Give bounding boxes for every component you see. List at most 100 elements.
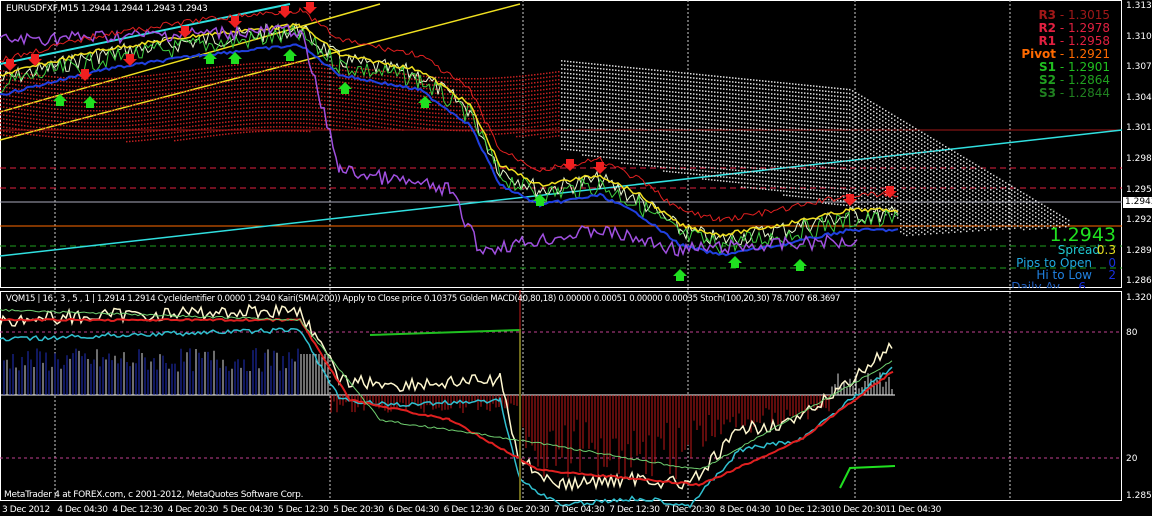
cloud-dot [372,109,374,111]
cloud-dot [540,73,542,75]
cloud-dot [156,74,158,76]
cloud-dot [648,80,650,83]
cloud-dot [321,67,323,70]
cloud-dot [294,62,296,64]
cloud-dot [471,77,473,80]
cloud-dot [540,105,542,107]
cloud-dot [267,118,269,120]
cloud-dot [69,97,71,99]
cloud-dot [30,133,32,136]
cloud-dot [162,93,164,95]
cloud-dot [570,65,572,67]
cloud-dot [39,110,41,113]
cloud-dot [225,69,227,71]
cloud-dot [198,124,200,127]
cloud-dot [675,91,677,93]
cloud-dot [216,98,218,100]
cloud-dot [177,83,179,86]
cloud-dot [162,129,164,131]
cloud-dot [390,87,392,90]
cloud-dot [669,154,671,157]
cloud-dot [777,101,779,104]
cloud-dot [210,79,212,81]
cloud-dot [672,171,674,173]
cloud-dot [501,105,503,107]
cloud-dot [159,121,161,124]
cloud-dot [528,82,530,85]
cloud-dot [381,70,383,73]
cloud-dot [327,68,329,70]
cloud-dot [105,133,107,136]
cloud-dot [756,103,758,106]
cloud-dot [507,112,509,115]
cloud-dot [375,97,377,100]
cloud-dot [669,158,671,161]
cloud-dot [660,166,662,168]
cloud-dot [297,78,299,80]
cloud-dot [108,129,110,132]
price-chart[interactable] [0,0,1152,516]
cloud-dot [543,92,545,95]
cloud-dot [114,85,116,88]
cloud-dot [402,97,404,99]
cloud-dot [90,121,92,124]
cloud-dot [636,87,638,90]
cloud-dot [387,119,389,121]
cloud-dot [756,187,758,190]
cloud-dot [510,128,512,130]
cloud-dot [591,123,593,125]
cloud-dot [243,83,245,86]
cloud-dot [765,120,767,122]
cloud-dot [393,128,395,130]
cloud-dot [603,116,605,118]
cloud-dot [708,74,710,77]
cloud-dot [477,105,479,108]
cloud-dot [15,83,17,86]
cloud-dot [168,108,170,111]
cloud-dot [150,138,152,141]
cloud-dot [654,89,656,91]
cloud-dot [579,145,581,148]
cloud-dot [360,103,362,106]
cloud-dot [453,97,455,100]
cloud-dot [195,137,197,139]
cloud-dot [414,126,416,129]
cloud-dot [57,112,59,115]
cloud-dot [21,96,23,99]
cloud-dot [456,125,458,128]
cloud-dot [648,164,650,167]
cloud-dot [9,75,11,77]
cloud-dot [219,74,221,76]
cloud-dot [21,72,23,75]
cloud-dot [576,125,578,128]
cloud-dot [573,101,575,103]
cloud-dot [366,76,368,79]
cloud-dot [750,91,752,93]
cloud-dot [687,160,689,163]
cloud-dot [306,86,308,89]
cloud-dot [744,154,746,156]
cloud-dot [159,89,161,92]
cloud-dot [546,108,548,111]
cloud-dot [453,105,455,108]
cloud-dot [384,110,386,113]
cloud-dot [93,113,95,116]
cloud-dot [747,78,749,81]
cloud-dot [567,140,569,143]
cloud-dot [438,120,440,123]
cloud-dot [0,118,2,120]
cloud-dot [588,114,590,117]
cloud-dot [135,132,137,134]
cloud-dot [615,141,617,143]
cloud-dot [474,93,476,96]
cloud-dot [651,129,653,131]
cloud-dot [288,86,290,88]
cloud-dot [309,94,311,97]
cloud-dot [615,113,617,115]
cloud-dot [591,87,593,89]
cloud-dot [606,128,608,131]
cloud-dot [15,103,17,106]
cloud-dot [468,77,470,80]
cloud-dot [651,153,653,155]
cloud-dot [141,107,143,110]
